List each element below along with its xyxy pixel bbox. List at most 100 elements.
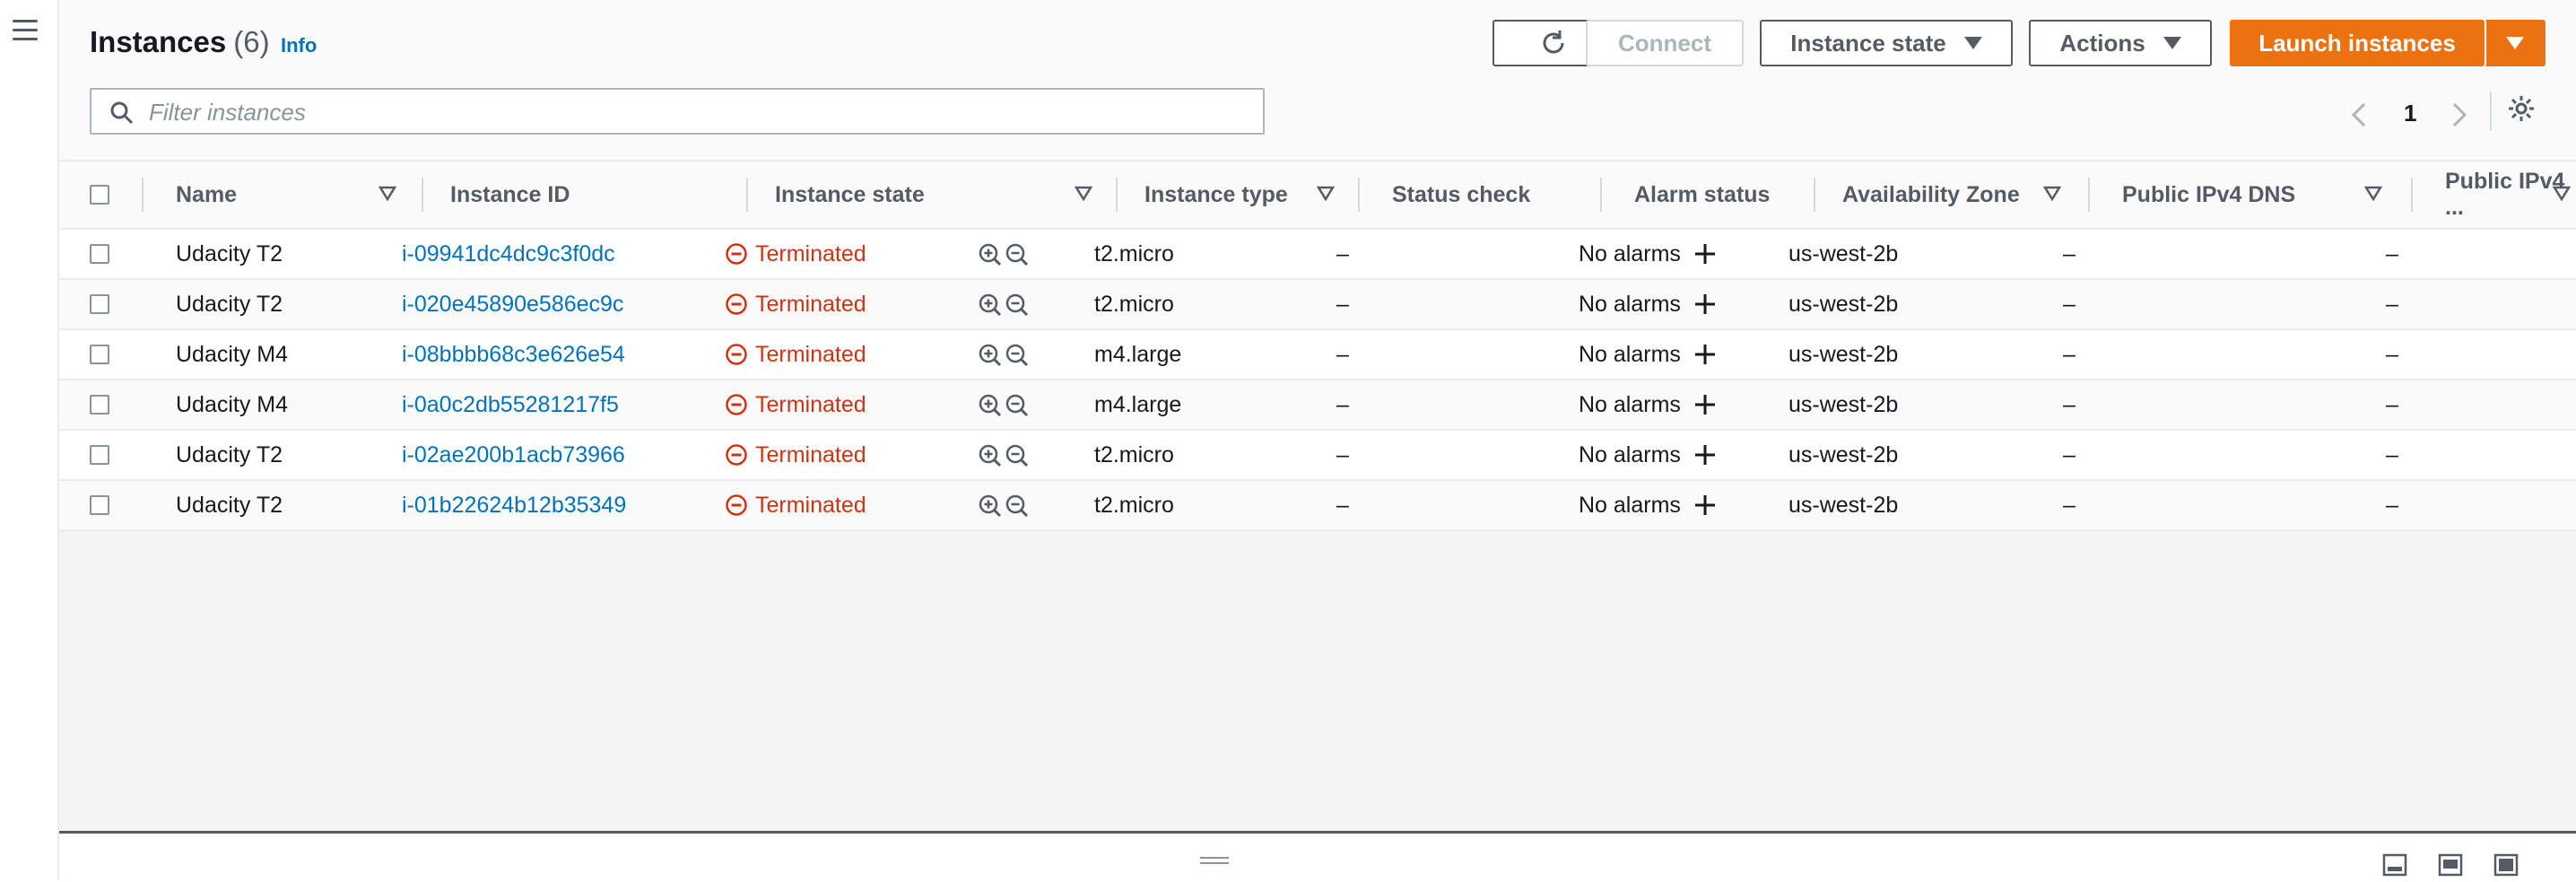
instance-name: Udacity T2 bbox=[176, 441, 283, 467]
split-panel-bar bbox=[59, 831, 2576, 882]
row-checkbox[interactable] bbox=[90, 395, 109, 415]
zoom-out-icon[interactable] bbox=[1005, 343, 1030, 368]
caret-down-icon bbox=[2506, 37, 2524, 49]
add-alarm-icon[interactable] bbox=[1693, 443, 1717, 467]
panel-bottom-icon[interactable] bbox=[2382, 853, 2407, 877]
sort-caret-icon[interactable] bbox=[1075, 186, 1092, 202]
launch-instances-button[interactable]: Launch instances bbox=[2230, 20, 2485, 66]
row-checkbox-cell bbox=[90, 481, 109, 529]
terminated-status-icon bbox=[726, 494, 747, 516]
instance-id-link[interactable]: i-020e45890e586ec9c bbox=[402, 280, 623, 328]
page-title: Instances (6) bbox=[90, 25, 270, 59]
alarm-status-cell: No alarms bbox=[1579, 380, 1717, 429]
column-header-label: Status check bbox=[1392, 181, 1531, 207]
column-header-instance-id[interactable]: Instance ID bbox=[423, 162, 748, 228]
page-number[interactable]: 1 bbox=[2404, 95, 2416, 131]
instance-id-link[interactable]: i-02ae200b1acb73966 bbox=[402, 431, 625, 479]
zoom-out-icon[interactable] bbox=[1005, 393, 1030, 418]
caret-down-icon bbox=[2163, 37, 2181, 49]
page-title-text: Instances bbox=[90, 25, 227, 58]
sort-caret-icon[interactable] bbox=[2553, 186, 2571, 202]
connect-button[interactable]: Connect bbox=[1586, 20, 1744, 66]
filter-instances-input[interactable] bbox=[147, 97, 1245, 127]
zoom-in-icon[interactable] bbox=[978, 242, 1003, 267]
sort-caret-icon[interactable] bbox=[2043, 186, 2061, 202]
instance-type: m4.large bbox=[1094, 391, 1182, 417]
zoom-in-icon[interactable] bbox=[978, 493, 1003, 519]
add-alarm-icon[interactable] bbox=[1693, 343, 1717, 366]
column-header-label: Instance ID bbox=[450, 181, 570, 207]
column-header-instance-type[interactable]: Instance type bbox=[1118, 162, 1360, 228]
public-ipv4: – bbox=[2386, 492, 2398, 518]
actions-button[interactable]: Actions bbox=[2029, 20, 2212, 66]
instance-id-link[interactable]: i-08bbbb68c3e626e54 bbox=[402, 330, 625, 379]
column-header-instance-state[interactable]: Instance state bbox=[748, 162, 1118, 228]
instance-name: Udacity M4 bbox=[176, 341, 289, 367]
instance-state-cell: Terminated bbox=[725, 230, 866, 278]
row-checkbox[interactable] bbox=[90, 445, 109, 465]
instance-state-cell: Terminated bbox=[725, 481, 866, 529]
chevron-left-icon[interactable] bbox=[2348, 97, 2370, 133]
instance-state-button[interactable]: Instance state bbox=[1760, 20, 2013, 66]
instances-header: Instances (6) Info Connect Instance state… bbox=[59, 0, 2576, 162]
table-row[interactable]: Udacity M4 i-08bbbb68c3e626e54 Terminated… bbox=[59, 330, 2576, 380]
terminated-status-icon bbox=[726, 293, 747, 315]
row-checkbox[interactable] bbox=[90, 294, 109, 314]
table-row[interactable]: Udacity T2 i-09941dc4dc9c3f0dc Terminated… bbox=[59, 230, 2576, 280]
panel-full-icon[interactable] bbox=[2493, 853, 2519, 877]
instance-state-cell: Terminated bbox=[725, 380, 866, 429]
instance-name: Udacity T2 bbox=[176, 240, 283, 266]
public-ipv4: – bbox=[2386, 441, 2398, 467]
add-alarm-icon[interactable] bbox=[1693, 242, 1717, 266]
instance-state-label: Terminated bbox=[755, 391, 866, 417]
zoom-out-icon[interactable] bbox=[1005, 493, 1030, 519]
zoom-out-icon[interactable] bbox=[1005, 242, 1030, 267]
sort-caret-icon[interactable] bbox=[1317, 186, 1335, 202]
add-alarm-icon[interactable] bbox=[1693, 393, 1717, 416]
column-header-alarm-status[interactable]: Alarm status bbox=[1602, 162, 1815, 228]
table-row[interactable]: Udacity T2 i-01b22624b12b35349 Terminated… bbox=[59, 481, 2576, 531]
add-alarm-icon[interactable] bbox=[1693, 493, 1717, 517]
instance-type: t2.micro bbox=[1094, 240, 1174, 266]
alarm-status: No alarms bbox=[1579, 391, 1681, 417]
column-header-public-ipv4[interactable]: Public IPv4 ... bbox=[2413, 162, 2576, 228]
zoom-in-icon[interactable] bbox=[978, 343, 1003, 368]
menu-icon[interactable] bbox=[13, 20, 38, 41]
column-header-name[interactable]: Name bbox=[144, 162, 423, 228]
zoom-out-icon[interactable] bbox=[1005, 443, 1030, 468]
instance-id-link[interactable]: i-09941dc4dc9c3f0dc bbox=[402, 230, 615, 278]
sort-caret-icon[interactable] bbox=[2364, 186, 2382, 202]
table-header: Name Instance ID Instance state Instance… bbox=[59, 162, 2576, 230]
table-row[interactable]: Udacity T2 i-02ae200b1acb73966 Terminated… bbox=[59, 431, 2576, 481]
row-checkbox[interactable] bbox=[90, 495, 109, 515]
panel-side-icon[interactable] bbox=[2438, 853, 2463, 877]
zoom-in-icon[interactable] bbox=[978, 293, 1003, 318]
table-row[interactable]: Udacity T2 i-020e45890e586ec9c Terminated… bbox=[59, 280, 2576, 330]
zoom-in-icon[interactable] bbox=[978, 393, 1003, 418]
table-row[interactable]: Udacity M4 i-0a0c2db55281217f5 Terminated… bbox=[59, 380, 2576, 431]
terminated-status-icon bbox=[726, 444, 747, 466]
instance-state-label: Terminated bbox=[755, 240, 866, 266]
column-header-availability-zone[interactable]: Availability Zone bbox=[1815, 162, 2090, 228]
gear-icon[interactable] bbox=[2506, 93, 2537, 124]
zoom-in-icon[interactable] bbox=[978, 443, 1003, 468]
zoom-out-icon[interactable] bbox=[1005, 293, 1030, 318]
row-checkbox[interactable] bbox=[90, 345, 109, 364]
status-check: – bbox=[1336, 391, 1349, 417]
select-all-cell bbox=[90, 162, 144, 228]
instance-state-label: Terminated bbox=[755, 441, 866, 467]
column-header-status-check[interactable]: Status check bbox=[1360, 162, 1602, 228]
select-all-checkbox[interactable] bbox=[90, 185, 109, 205]
drag-handle-icon[interactable] bbox=[1200, 857, 1229, 864]
launch-dropdown-button[interactable] bbox=[2485, 20, 2546, 66]
sort-caret-icon[interactable] bbox=[379, 186, 396, 202]
instance-id-link[interactable]: i-01b22624b12b35349 bbox=[402, 481, 626, 529]
column-header-public-ipv4-dns[interactable]: Public IPv4 DNS bbox=[2090, 162, 2413, 228]
column-header-label: Alarm status bbox=[1634, 181, 1771, 207]
instance-state-cell: Terminated bbox=[725, 330, 866, 379]
add-alarm-icon[interactable] bbox=[1693, 293, 1717, 316]
chevron-right-icon[interactable] bbox=[2449, 97, 2470, 133]
info-link[interactable]: Info bbox=[281, 34, 317, 57]
instance-id-link[interactable]: i-0a0c2db55281217f5 bbox=[402, 380, 619, 429]
row-checkbox[interactable] bbox=[90, 244, 109, 264]
